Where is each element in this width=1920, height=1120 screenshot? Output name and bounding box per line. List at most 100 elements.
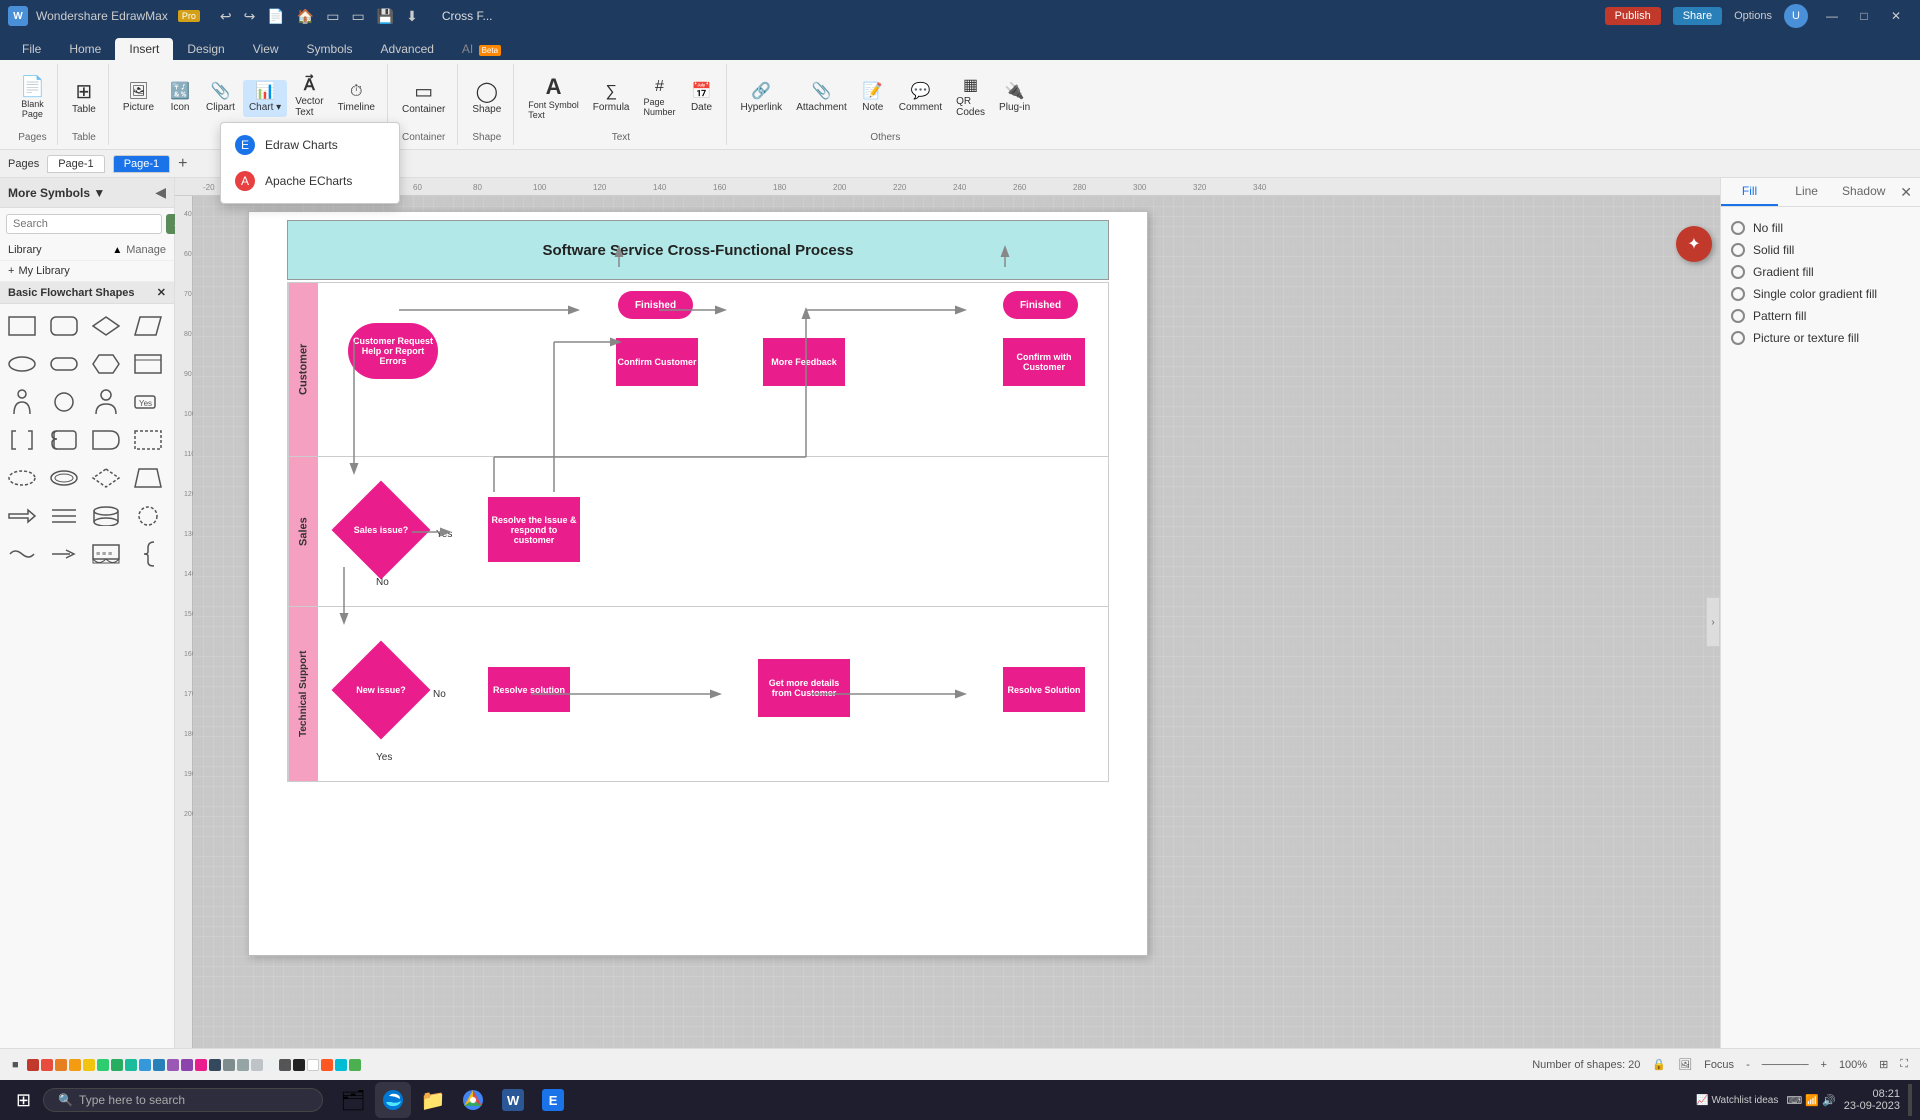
shadow-tab[interactable]: Shadow: [1835, 178, 1892, 206]
show-desktop-btn[interactable]: [1908, 1084, 1912, 1116]
container-button[interactable]: ▭ Container: [396, 78, 451, 119]
add-page-button[interactable]: +: [178, 155, 187, 173]
right-panel-close-btn[interactable]: ✕: [1892, 180, 1920, 205]
shape-item-bracket[interactable]: [4, 422, 40, 458]
clipart-button[interactable]: 📎 Clipart: [200, 80, 241, 117]
shape-item-ellipse-h[interactable]: [4, 346, 40, 382]
fill-tab[interactable]: Fill: [1721, 178, 1778, 206]
plugin-button[interactable]: 🔌 Plug-in: [993, 80, 1036, 117]
gradient-fill-option[interactable]: Gradient fill: [1731, 261, 1910, 283]
zoom-in-icon[interactable]: +: [1821, 1059, 1827, 1071]
ai-float-button[interactable]: ✦: [1676, 226, 1712, 262]
shape-item-scroll[interactable]: [46, 422, 82, 458]
save-btn[interactable]: 💾: [373, 6, 398, 27]
finished-right-shape[interactable]: Finished: [1003, 291, 1078, 319]
table-button[interactable]: ⊞ Table: [66, 78, 102, 119]
shape-item-parallelogram[interactable]: [130, 308, 166, 344]
color-swatch-14[interactable]: [223, 1059, 235, 1071]
more-feedback-shape[interactable]: More Feedback: [763, 338, 845, 386]
color-swatch-3[interactable]: [55, 1059, 67, 1071]
close-window[interactable]: ✕: [1880, 0, 1912, 32]
shape-item-wavy[interactable]: [4, 536, 40, 572]
shape-item-diamond[interactable]: [88, 308, 124, 344]
color-swatch-17[interactable]: [265, 1059, 277, 1071]
shape-item-delay[interactable]: [88, 422, 124, 458]
color-swatch-orange[interactable]: [321, 1059, 333, 1071]
new-file-btn[interactable]: 📄: [263, 6, 288, 27]
shape-item-rounded-rect[interactable]: [46, 308, 82, 344]
taskbar-search-box[interactable]: 🔍 Type here to search: [43, 1088, 323, 1112]
solid-fill-option[interactable]: Solid fill: [1731, 239, 1910, 261]
user-avatar[interactable]: U: [1784, 4, 1808, 28]
apache-echarts-option[interactable]: A Apache ECharts: [221, 163, 399, 199]
shapes-section-close-icon[interactable]: ✕: [157, 286, 166, 299]
undo-btn[interactable]: ↩: [216, 6, 236, 27]
minimize-window[interactable]: —: [1816, 0, 1848, 32]
redo-btn[interactable]: ↪: [240, 6, 260, 27]
color-swatch-11[interactable]: [167, 1059, 179, 1071]
shape-item-ellipse2[interactable]: [4, 460, 40, 496]
shape-item-rect2[interactable]: [130, 346, 166, 382]
color-swatch-13[interactable]: [209, 1059, 221, 1071]
page-tab-1[interactable]: Page-1: [47, 155, 104, 173]
color-swatch-7[interactable]: [111, 1059, 123, 1071]
color-swatch-green[interactable]: [349, 1059, 361, 1071]
page-indicator[interactable]: ■: [12, 1059, 19, 1071]
tab-file[interactable]: File: [8, 38, 55, 60]
zoom-out-icon[interactable]: -: [1746, 1059, 1750, 1071]
search-input[interactable]: [6, 214, 162, 234]
single-gradient-fill-option[interactable]: Single color gradient fill: [1731, 283, 1910, 305]
shape-item-circle[interactable]: [46, 384, 82, 420]
start-button[interactable]: ⊞: [8, 1086, 39, 1115]
zoom-level[interactable]: 100%: [1839, 1059, 1867, 1071]
shape-item-avatar[interactable]: [88, 384, 124, 420]
taskbar-app-files[interactable]: 🗂: [335, 1082, 371, 1118]
single-gradient-radio[interactable]: [1731, 287, 1745, 301]
right-panel-collapse-btn[interactable]: ›: [1706, 597, 1720, 647]
shape-item-rounded2[interactable]: [46, 346, 82, 382]
chart-button[interactable]: 📊 Chart ▾: [243, 80, 287, 117]
formula-button[interactable]: ∑ Formula: [587, 80, 636, 117]
taskbar-app-edraw[interactable]: E: [535, 1082, 571, 1118]
tab-insert[interactable]: Insert: [115, 38, 173, 60]
taskbar-app-chrome[interactable]: [455, 1082, 491, 1118]
maximize-window[interactable]: □: [1848, 0, 1880, 32]
shape-item-arrow[interactable]: [4, 498, 40, 534]
focus-label[interactable]: Focus: [1704, 1059, 1734, 1071]
shape-item-trapezoid[interactable]: [130, 460, 166, 496]
taskbar-app-word[interactable]: W: [495, 1082, 531, 1118]
share-button[interactable]: Share: [1673, 7, 1722, 25]
color-swatch-2[interactable]: [41, 1059, 53, 1071]
hyperlink-button[interactable]: 🔗 Hyperlink: [735, 80, 789, 117]
shape-item-tag[interactable]: Yes: [130, 384, 166, 420]
options-label[interactable]: Options: [1734, 10, 1772, 22]
shape-item-curly-brace[interactable]: [130, 536, 166, 572]
color-swatch-pink[interactable]: [195, 1059, 207, 1071]
resolve-solution-shape[interactable]: Resolve solution: [488, 667, 570, 712]
shape-item-hexagon[interactable]: [88, 346, 124, 382]
qr-codes-button[interactable]: ▦ QRCodes: [950, 74, 991, 122]
confirm-with-customer-shape[interactable]: Confirm with Customer: [1003, 338, 1085, 386]
shape-button[interactable]: ◯ Shape: [466, 78, 507, 119]
library-expand-icon[interactable]: ▲: [112, 245, 122, 256]
color-swatch-6[interactable]: [97, 1059, 109, 1071]
color-swatch-black[interactable]: [293, 1059, 305, 1071]
fullscreen-icon[interactable]: ⛶: [1900, 1058, 1908, 1071]
solid-fill-radio[interactable]: [1731, 243, 1745, 257]
resolve-issue-shape[interactable]: Resolve the Issue & respond to customer: [488, 497, 580, 562]
blank-page-button[interactable]: 📄 BlankPage: [14, 73, 51, 123]
manage-link[interactable]: Manage: [126, 244, 166, 256]
page-tab-active[interactable]: Page-1: [113, 155, 170, 173]
color-swatch-12[interactable]: [181, 1059, 193, 1071]
shape-item-document[interactable]: ≡ ≡ ≡: [88, 536, 124, 572]
canvas-container[interactable]: -20 0 20 40 60 80 100 120 140 160 180 20…: [175, 178, 1720, 1048]
color-swatch-15[interactable]: [237, 1059, 249, 1071]
note-button[interactable]: 📝 Note: [855, 80, 891, 117]
shape-item-cylinder[interactable]: [88, 498, 124, 534]
color-swatch-cyan[interactable]: [335, 1059, 347, 1071]
color-swatch-8[interactable]: [125, 1059, 137, 1071]
no-fill-option[interactable]: No fill: [1731, 217, 1910, 239]
confirm-customer-shape[interactable]: Confirm Customer: [616, 338, 698, 386]
sidebar-collapse-icon[interactable]: ◀: [155, 184, 166, 201]
shape-item-ellipse3[interactable]: [46, 460, 82, 496]
